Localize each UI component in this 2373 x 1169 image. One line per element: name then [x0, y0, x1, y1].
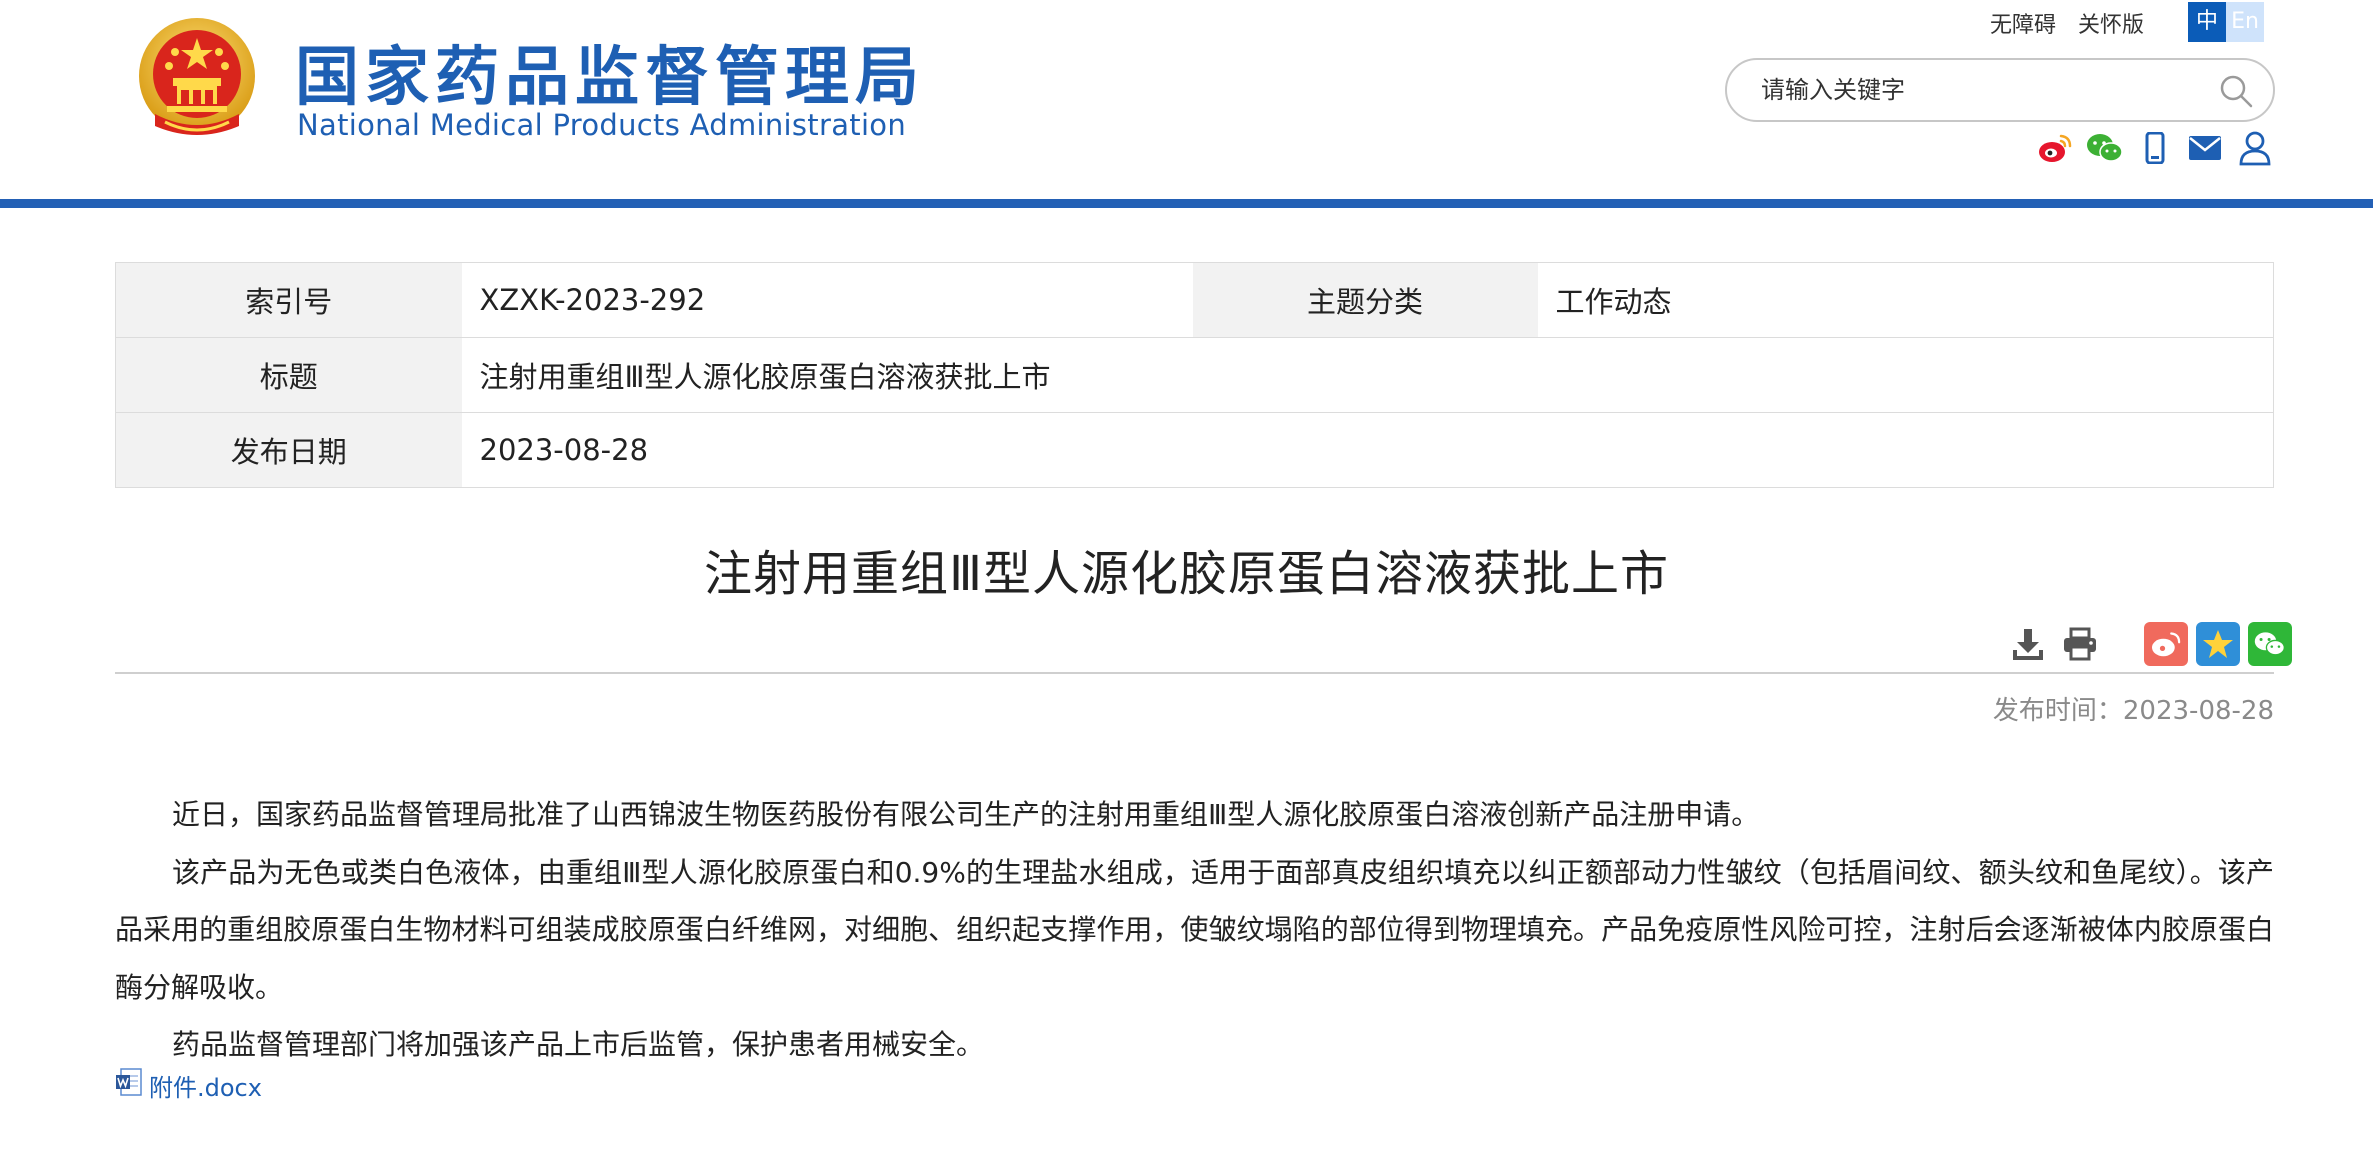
search-box: [1725, 58, 2275, 122]
site-logo-english[interactable]: National Medical Products Administration: [297, 108, 906, 142]
index-value: XZXK-2023-292: [479, 283, 706, 317]
article-paragraph: 该产品为无色或类白色液体，由重组Ⅲ型人源化胶原蛋白和0.9%的生理盐水组成，适用…: [115, 855, 2274, 1004]
date-value: 2023-08-28: [461, 412, 2274, 488]
header-divider-bar: [0, 199, 2373, 208]
publish-time: 发布时间：2023-08-28: [1993, 690, 2274, 727]
share-favorite-icon[interactable]: [2196, 622, 2240, 666]
user-icon[interactable]: [2236, 129, 2274, 167]
article-paragraph: 近日，国家药品监督管理局批准了山西锦波生物医药股份有限公司生产的注射用重组Ⅲ型人…: [172, 798, 1760, 831]
print-icon[interactable]: [2058, 622, 2102, 666]
index-label: 索引号: [115, 262, 462, 338]
topic-label: 主题分类: [1192, 262, 1538, 338]
title-label: 标题: [115, 337, 462, 413]
title-value: 注射用重组Ⅲ型人源化胶原蛋白溶液获批上市: [461, 337, 2274, 413]
site-header: 国家药品监督管理局 National Medical Products Admi…: [0, 0, 2373, 200]
social-icons: [2036, 128, 2274, 168]
national-emblem-icon[interactable]: [135, 14, 260, 144]
attachment-link[interactable]: 附件.docx: [115, 1068, 262, 1102]
download-icon[interactable]: [2006, 622, 2050, 666]
weibo-icon[interactable]: [2036, 129, 2074, 167]
care-mode-link[interactable]: 关怀版: [2078, 7, 2144, 39]
attachment-name: 附件.docx: [149, 1073, 262, 1102]
mobile-icon[interactable]: [2136, 129, 2174, 167]
date-label: 发布日期: [115, 412, 462, 488]
meta-row-date: 发布日期 2023-08-28: [115, 412, 2274, 488]
top-links: 无障碍 关怀版: [1990, 6, 2144, 40]
share-weibo-icon[interactable]: [2144, 622, 2188, 666]
publish-time-label: 发布时间：: [1992, 696, 2123, 726]
search-icon[interactable]: [2217, 72, 2255, 110]
meta-row-index: 索引号 XZXK-2023-292 主题分类 工作动态: [115, 262, 2274, 338]
article-title: 注射用重组Ⅲ型人源化胶原蛋白溶液获批上市: [703, 546, 1670, 602]
article-toolbar: [2006, 620, 2300, 668]
article-meta-table: 索引号 XZXK-2023-292 主题分类 工作动态 标题 注射用重组Ⅲ型人源…: [115, 262, 2274, 488]
article-body: 近日，国家药品监督管理局批准了山西锦波生物医药股份有限公司生产的注射用重组Ⅲ型人…: [115, 786, 2274, 1074]
mail-icon[interactable]: [2186, 129, 2224, 167]
article-paragraph: 药品监督管理部门将加强该产品上市后监管，保护患者用械安全。: [172, 1028, 985, 1061]
publish-time-value: 2023-08-28: [2122, 696, 2274, 726]
lang-en-button[interactable]: En: [2226, 2, 2264, 42]
accessibility-link[interactable]: 无障碍: [1990, 7, 2056, 39]
search-input[interactable]: [1761, 70, 2191, 110]
lang-zh-button[interactable]: 中: [2188, 2, 2226, 42]
meta-row-title: 标题 注射用重组Ⅲ型人源化胶原蛋白溶液获批上市: [115, 337, 2274, 413]
article-divider: [115, 672, 2274, 674]
word-doc-icon: [115, 1067, 145, 1103]
language-switch: 中 En: [2188, 2, 2264, 42]
site-logo-chinese[interactable]: 国家药品监督管理局: [295, 26, 925, 118]
topic-value: 工作动态: [1555, 285, 1672, 319]
share-wechat-icon[interactable]: [2248, 622, 2292, 666]
wechat-icon[interactable]: [2086, 129, 2124, 167]
